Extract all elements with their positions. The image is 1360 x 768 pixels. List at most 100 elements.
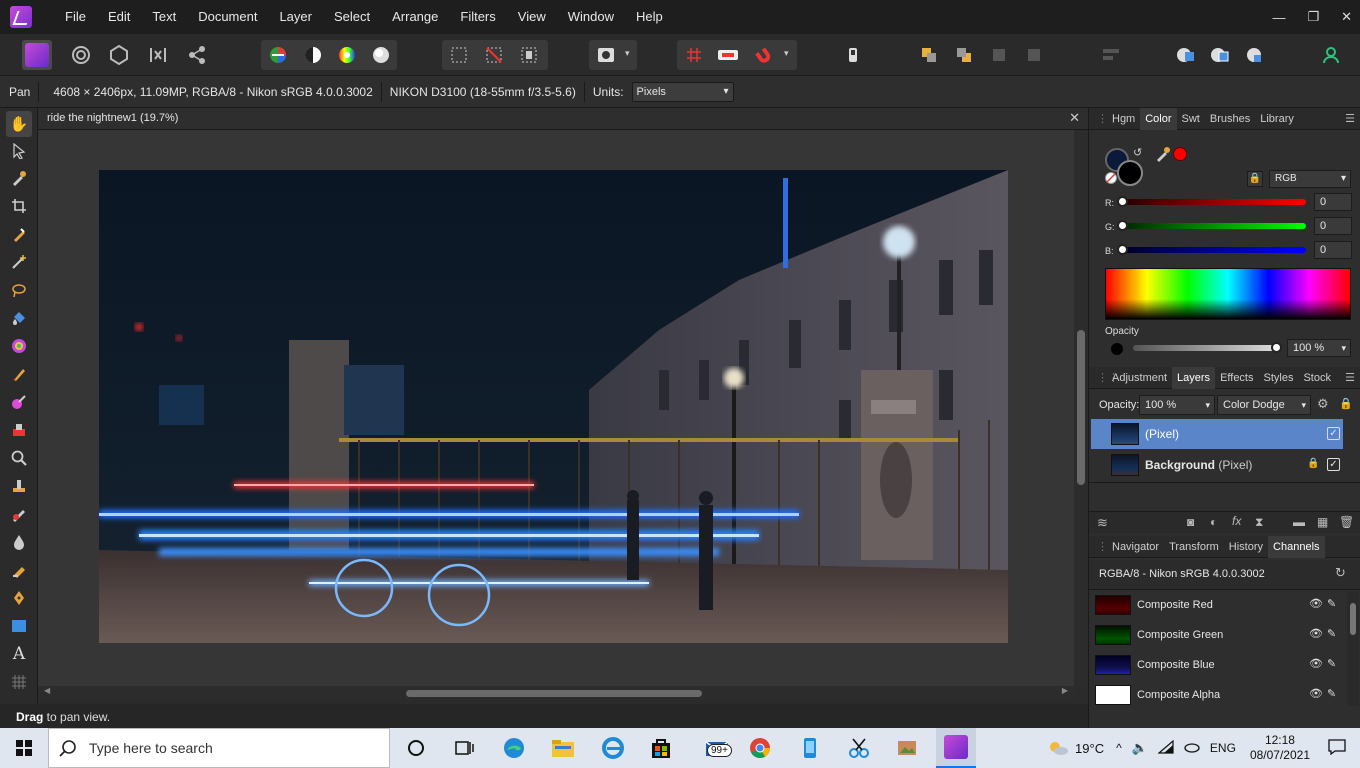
- opacity-slider[interactable]: [1133, 345, 1277, 351]
- edge-icon[interactable]: [500, 734, 528, 762]
- crop-tool-icon[interactable]: [6, 193, 32, 219]
- channels-scroll-thumb[interactable]: [1350, 603, 1356, 635]
- tab-navigator[interactable]: Navigator: [1107, 536, 1164, 558]
- auto-white-balance-icon[interactable]: [366, 40, 396, 70]
- blur-brush-tool-icon[interactable]: [6, 529, 32, 555]
- menu-layer[interactable]: Layer: [268, 0, 323, 34]
- scroll-right-icon[interactable]: ▶: [1062, 686, 1068, 695]
- live-filter-icon[interactable]: ⧗: [1255, 515, 1263, 530]
- affinity-photo-taskbar-icon[interactable]: [936, 728, 976, 768]
- onedrive-icon[interactable]: [1182, 741, 1200, 756]
- edit-pencil-icon[interactable]: ✎: [1327, 657, 1336, 670]
- deselect-icon[interactable]: [479, 40, 509, 70]
- restore-icon[interactable]: ❐: [1307, 9, 1319, 25]
- snipping-tool-icon[interactable]: [845, 734, 873, 762]
- units-dropdown[interactable]: Pixels: [631, 81, 734, 102]
- tab-swatches[interactable]: Swt: [1177, 108, 1205, 130]
- tab-histogram[interactable]: Hgm: [1107, 108, 1140, 130]
- mask-dropdown-icon[interactable]: ▾: [625, 48, 630, 59]
- panel-menu-icon[interactable]: ☰: [1345, 112, 1355, 125]
- channel-row-blue[interactable]: Composite Blue 👁 ✎: [1091, 651, 1341, 679]
- arrange-forward-icon[interactable]: [984, 40, 1014, 70]
- show-hidden-icons-icon[interactable]: ^: [1116, 741, 1122, 755]
- opacity-field[interactable]: 100 % ▾: [1287, 339, 1351, 357]
- panel-grip-icon[interactable]: ⋮⋮: [1097, 112, 1119, 125]
- edit-pencil-icon[interactable]: ✎: [1327, 627, 1336, 640]
- windows-start-icon[interactable]: [0, 728, 48, 768]
- affinity-photo-logo[interactable]: [10, 6, 32, 28]
- boolean-subtract-icon[interactable]: [1205, 40, 1235, 70]
- clone-brush-tool-icon[interactable]: [6, 417, 32, 443]
- taskbar-search[interactable]: Type here to search: [48, 728, 390, 768]
- color-model-dropdown[interactable]: RGB ▾: [1269, 170, 1351, 188]
- layers-stack-icon[interactable]: ≋: [1097, 515, 1108, 531]
- tab-color[interactable]: Color: [1140, 107, 1177, 130]
- r-slider[interactable]: [1119, 199, 1306, 205]
- rectangle-tool-icon[interactable]: [6, 613, 32, 639]
- select-all-icon[interactable]: [444, 40, 474, 70]
- tab-channels[interactable]: Channels: [1268, 535, 1325, 558]
- phone-app-icon[interactable]: [796, 734, 824, 762]
- volume-icon[interactable]: 🔈: [1132, 740, 1148, 756]
- store-icon[interactable]: [647, 734, 675, 762]
- text-tool-icon[interactable]: A: [6, 641, 32, 667]
- move-tool-icon[interactable]: [838, 40, 868, 70]
- adjustment-layer-icon[interactable]: ◐: [1210, 515, 1217, 529]
- menu-edit[interactable]: Edit: [97, 0, 141, 34]
- photo-persona-icon[interactable]: [22, 40, 52, 70]
- internet-explorer-icon[interactable]: [599, 734, 627, 762]
- zoom-tool-icon[interactable]: [6, 445, 32, 471]
- minimize-icon[interactable]: —: [1272, 10, 1285, 25]
- layer-visibility-checkbox[interactable]: ✓: [1327, 458, 1340, 471]
- tab-stock[interactable]: Stock: [1298, 367, 1336, 389]
- file-explorer-icon[interactable]: [549, 734, 577, 762]
- menu-arrange[interactable]: Arrange: [381, 0, 449, 34]
- chrome-icon[interactable]: [746, 734, 774, 762]
- eye-icon[interactable]: 👁: [1309, 657, 1323, 670]
- flood-fill-tool-icon[interactable]: [6, 305, 32, 331]
- arrange-back-icon[interactable]: [914, 40, 944, 70]
- document-tab[interactable]: ride the nightnew1 (19.7%) ✕: [38, 108, 1088, 130]
- canvas-area[interactable]: [38, 130, 1074, 686]
- flood-select-tool-icon[interactable]: [6, 249, 32, 275]
- g-slider-knob[interactable]: [1117, 220, 1128, 231]
- menu-text[interactable]: Text: [141, 0, 187, 34]
- panel-grip-icon[interactable]: ⋮⋮: [1097, 540, 1119, 553]
- weather-icon[interactable]: [1047, 739, 1069, 757]
- auto-levels-icon[interactable]: [263, 40, 293, 70]
- align-icon[interactable]: [1096, 40, 1126, 70]
- close-icon[interactable]: ✕: [1341, 9, 1352, 25]
- smudge-brush-tool-icon[interactable]: [6, 501, 32, 527]
- stroke-color-swatch[interactable]: [1117, 160, 1143, 186]
- assistant-icon[interactable]: [713, 40, 743, 70]
- swap-colors-icon[interactable]: ↺: [1133, 146, 1142, 159]
- language-indicator[interactable]: ENG: [1210, 741, 1236, 755]
- b-slider[interactable]: [1119, 247, 1306, 253]
- add-pixel-layer-icon[interactable]: ▦: [1317, 515, 1328, 529]
- paint-brush-tool-icon[interactable]: [6, 361, 32, 387]
- snapping-dropdown-icon[interactable]: ▾: [784, 48, 789, 59]
- channel-row-green[interactable]: Composite Green 👁 ✎: [1091, 621, 1341, 649]
- tone-mapping-persona-icon[interactable]: [143, 40, 173, 70]
- panel-menu-icon[interactable]: ☰: [1345, 371, 1355, 384]
- weather-temp[interactable]: 19°C: [1075, 741, 1104, 756]
- inpainting-tool-icon[interactable]: [6, 473, 32, 499]
- add-group-icon[interactable]: ▬: [1293, 515, 1305, 529]
- scroll-left-icon[interactable]: ◀: [44, 686, 50, 695]
- panel-grip-icon[interactable]: ⋮⋮: [1097, 371, 1119, 384]
- snapping-magnet-icon[interactable]: [748, 40, 778, 70]
- eye-icon[interactable]: 👁: [1309, 627, 1323, 640]
- arrange-backward-icon[interactable]: [1019, 40, 1049, 70]
- menu-file[interactable]: File: [54, 0, 97, 34]
- clock[interactable]: 12:18 08/07/2021: [1250, 733, 1310, 763]
- photo-viewer-icon[interactable]: [893, 734, 921, 762]
- menu-view[interactable]: View: [507, 0, 557, 34]
- horizontal-scrollbar[interactable]: ◀ ▶: [38, 686, 1074, 700]
- color-spectrum[interactable]: [1105, 268, 1351, 320]
- no-color-icon[interactable]: [1105, 172, 1117, 184]
- boolean-intersect-icon[interactable]: [1240, 40, 1270, 70]
- menu-filters[interactable]: Filters: [449, 0, 506, 34]
- tab-history[interactable]: History: [1224, 536, 1268, 558]
- erase-brush-tool-icon[interactable]: [6, 557, 32, 583]
- boolean-add-icon[interactable]: [1171, 40, 1201, 70]
